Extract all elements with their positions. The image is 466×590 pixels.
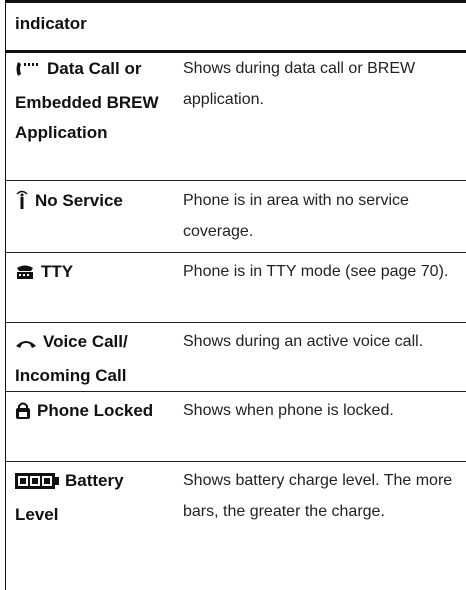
table-top-rule: [5, 0, 466, 3]
indicator-description: Shows battery charge level. The more bar…: [183, 472, 453, 520]
tty-icon: [15, 260, 35, 291]
no-service-icon: [15, 189, 29, 220]
indicator-name-cell: Data Call or Embedded BREW Application: [15, 54, 165, 149]
indicator-name-cell: Phone Locked: [15, 396, 165, 430]
row-divider: [5, 391, 466, 392]
table-left-border: [5, 0, 6, 590]
row-divider: [5, 461, 466, 462]
battery-level-icon: [15, 469, 59, 500]
indicator-description: Shows when phone is locked.: [183, 402, 394, 419]
voice-call-icon: [15, 330, 37, 361]
header-rule: [5, 50, 466, 53]
indicator-name: Phone Locked: [37, 401, 154, 420]
column-header: indicator: [15, 14, 87, 33]
indicator-name-cell: No Service: [15, 186, 165, 220]
indicator-name-cell: TTY: [15, 257, 165, 291]
indicator-table: indicator Data Call or Embedded BREW App…: [5, 0, 466, 590]
indicator-description: Shows during data call or BREW applicati…: [183, 60, 416, 108]
row-divider: [5, 180, 466, 181]
indicator-description: Phone is in TTY mode (see page 70).: [183, 263, 449, 280]
indicator-name-cell: Voice Call/ Incoming Call: [15, 327, 165, 391]
row-divider: [5, 322, 466, 323]
indicator-description: Shows during an active voice call.: [183, 333, 424, 350]
row-divider: [5, 252, 466, 253]
data-call-icon: [15, 57, 41, 88]
indicator-name: TTY: [41, 262, 74, 281]
indicator-description: Phone is in area with no service coverag…: [183, 192, 409, 240]
indicator-name: No Service: [35, 191, 123, 210]
phone-locked-icon: [15, 399, 31, 430]
indicator-name-cell: Battery Level: [15, 466, 165, 530]
